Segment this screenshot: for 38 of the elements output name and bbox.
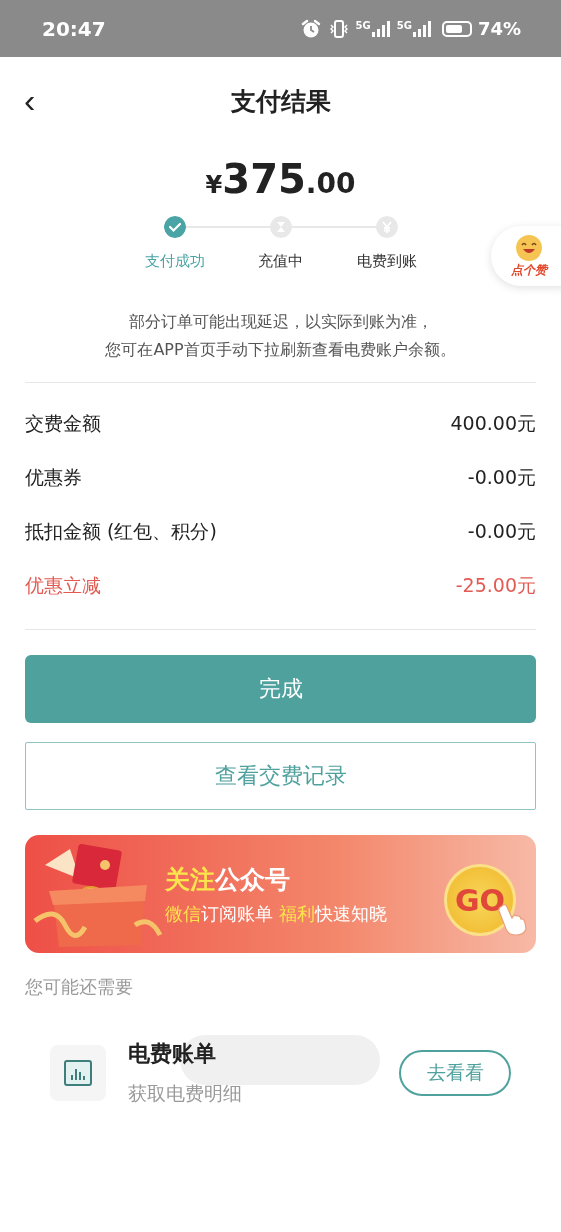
history-button[interactable]: 查看交费记录 <box>25 742 536 810</box>
section-title: 您可能还需要 <box>25 975 134 999</box>
step-label: 电费到账 <box>356 252 417 271</box>
fee-value: -0.00元 <box>467 465 536 490</box>
page-title: 支付结果 <box>230 85 331 118</box>
like-label: 点个赞 <box>511 261 547 279</box>
fee-label: 优惠立减 <box>25 573 101 598</box>
payment-amount: ¥375.00 <box>205 157 356 204</box>
network-label: 5G <box>355 19 371 31</box>
alarm-icon <box>299 18 322 39</box>
view-button[interactable]: 去看看 <box>399 1050 511 1096</box>
fee-label: 抵扣金额 (红包、积分) <box>25 519 217 544</box>
fee-value: -25.00元 <box>455 573 536 598</box>
status-time: 20:47 <box>42 16 106 41</box>
battery-icon <box>441 20 472 37</box>
fee-value: 400.00元 <box>450 411 536 436</box>
fee-label: 交费金额 <box>25 411 101 436</box>
bar-chart-icon <box>63 1058 93 1088</box>
promo-banner[interactable]: 关注公众号 微信订阅账单 福利快速知晓 GO <box>25 835 536 953</box>
smiley-icon <box>515 233 543 262</box>
notice-text: 部分订单可能出现延迟，以实际到账为准， <box>127 311 434 333</box>
banner-subtitle: 微信订阅账单 福利快速知晓 <box>165 901 388 926</box>
fee-value: -0.00元 <box>467 519 536 544</box>
back-button[interactable]: ‹ <box>18 83 42 117</box>
suggestion-subtitle: 获取电费明细 <box>128 1081 243 1106</box>
done-button[interactable]: 完成 <box>25 655 536 723</box>
suggestion-title: 电费账单 <box>128 1040 216 1068</box>
battery-percentage: 74% <box>477 18 521 39</box>
step-label: 充值中 <box>258 252 303 271</box>
signal-icon <box>411 19 432 38</box>
network-label: 5G <box>396 19 412 31</box>
step-label: 支付成功 <box>144 252 205 271</box>
fee-label: 优惠券 <box>25 465 82 490</box>
go-coin: GO <box>444 864 516 936</box>
signal-icon <box>370 19 391 38</box>
notice-text: 您可在APP首页手动下拉刷新查看电费账户余额。 <box>104 339 457 361</box>
like-badge[interactable]: 点个赞 <box>491 226 561 286</box>
banner-title: 关注公众号 <box>165 863 291 896</box>
